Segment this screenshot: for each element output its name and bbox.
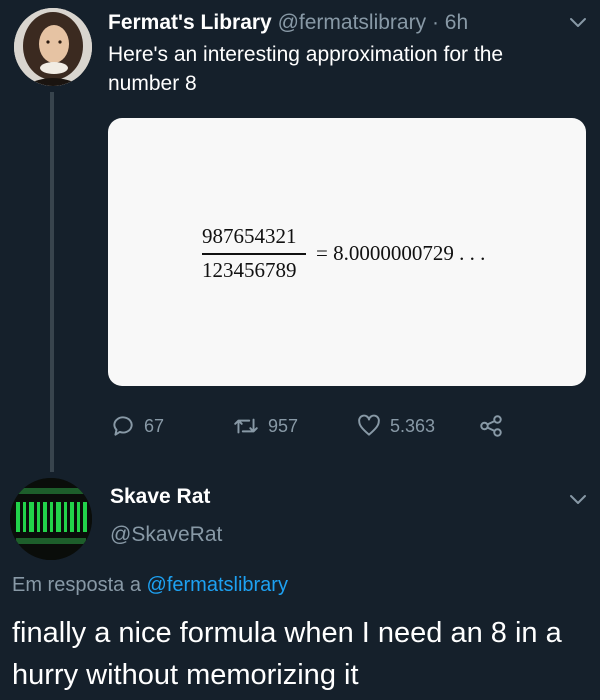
like-count: 5.363 [390, 415, 436, 436]
share-icon [480, 415, 502, 437]
retweet-count: 957 [268, 415, 299, 436]
tweet-time[interactable]: · 6h [432, 11, 468, 34]
tweet-text: Here's an interesting approximation for … [108, 43, 504, 95]
retweet-button[interactable]: 957 [232, 413, 298, 439]
reply-text: finally a nice formula when I need an 8 … [12, 617, 562, 691]
chevron-down-icon[interactable] [566, 10, 590, 34]
like-button[interactable]: 5.363 [356, 413, 435, 439]
reply-context-prefix: Em resposta a [12, 574, 147, 596]
author-name[interactable]: Fermat's Library [108, 11, 272, 34]
tweet-media-card[interactable]: 987654321 123456789 = 8.0000000729 . . . [108, 118, 586, 386]
formula-numerator: 987654321 [202, 224, 297, 248]
reply-author-name[interactable]: Skave Rat [110, 485, 210, 509]
heart-icon [358, 414, 380, 436]
skave-avatar[interactable] [10, 478, 92, 560]
author-handle[interactable]: @fermatslibrary [278, 11, 427, 34]
reply-author-handle[interactable]: @SkaveRat [110, 523, 222, 547]
share-button[interactable] [478, 413, 504, 439]
retweet-icon [234, 418, 258, 434]
formula-result: = 8.0000000729 . . . [316, 241, 486, 265]
reply-count: 67 [144, 415, 165, 436]
tweet-actions: 67 957 5.363 [0, 413, 600, 443]
formula-denominator: 123456789 [202, 258, 297, 282]
reply-context: Em resposta a @fermatslibrary [12, 574, 288, 597]
tweet-header: Fermat's Library @fermatslibrary · 6h [108, 10, 468, 36]
speech-bubble-icon [113, 416, 133, 436]
fraction-bar [202, 253, 306, 255]
reply-context-mention[interactable]: @fermatslibrary [147, 574, 288, 596]
fermat-avatar[interactable] [14, 8, 92, 86]
reply-button[interactable]: 67 [110, 413, 164, 439]
formula: 987654321 123456789 = 8.0000000729 . . . [108, 118, 586, 386]
chevron-down-icon[interactable] [566, 487, 590, 511]
